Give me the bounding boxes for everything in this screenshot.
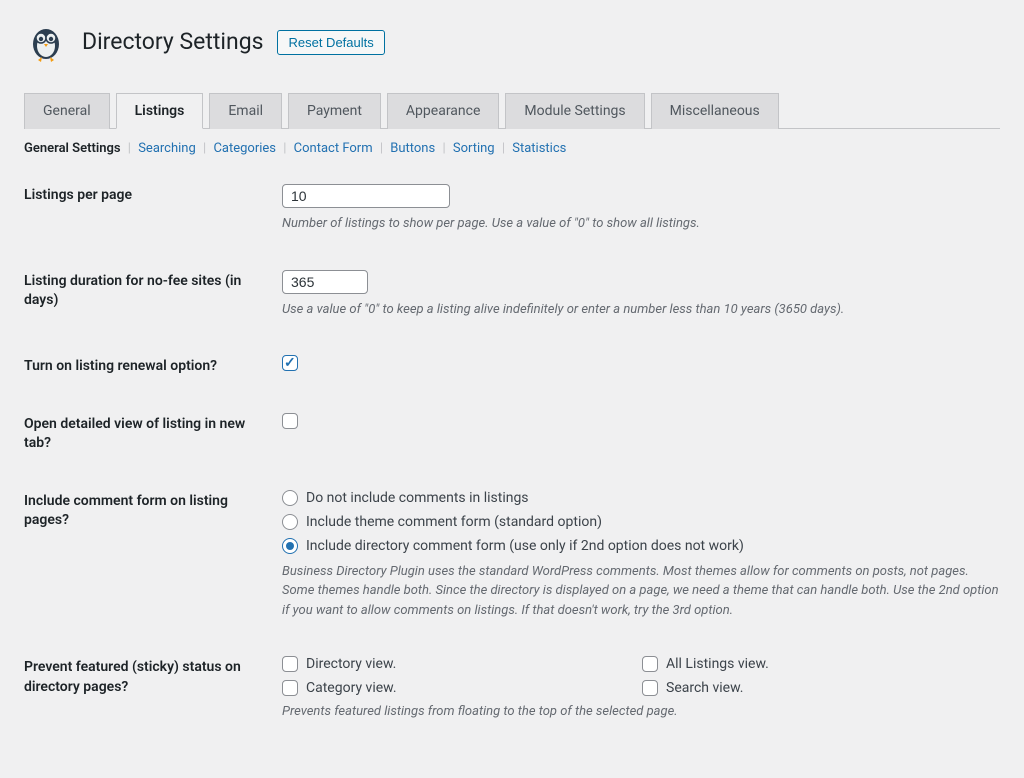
row-prevent-sticky: Prevent featured (sticky) status on dire… xyxy=(24,656,1000,722)
header: Directory Settings Reset Defaults xyxy=(24,20,1000,64)
help-prevent-sticky: Prevents featured listings from floating… xyxy=(282,702,1000,722)
renewal-option-checkbox[interactable] xyxy=(282,355,298,371)
prevent-sticky-category-checkbox[interactable] xyxy=(282,680,298,696)
prevent-sticky-category-label: Category view. xyxy=(306,680,397,696)
label-include-comments: Include comment form on listing pages? xyxy=(24,490,282,531)
label-renewal-option: Turn on listing renewal option? xyxy=(24,355,282,377)
row-listing-duration: Listing duration for no-fee sites (in da… xyxy=(24,270,1000,320)
prevent-sticky-search-checkbox[interactable] xyxy=(642,680,658,696)
subnav-contact-form[interactable]: Contact Form xyxy=(294,141,373,156)
tab-module-settings[interactable]: Module Settings xyxy=(505,93,644,129)
subnav: General Settings | Searching | Categorie… xyxy=(24,141,1000,156)
listing-duration-input[interactable] xyxy=(282,270,368,294)
help-listings-per-page: Number of listings to show per page. Use… xyxy=(282,214,1000,234)
plugin-logo-icon xyxy=(24,20,68,64)
row-listings-per-page: Listings per page Number of listings to … xyxy=(24,184,1000,234)
tab-payment[interactable]: Payment xyxy=(288,93,381,129)
page-title: Directory Settings xyxy=(82,27,263,57)
label-open-new-tab: Open detailed view of listing in new tab… xyxy=(24,413,282,454)
subnav-sorting[interactable]: Sorting xyxy=(453,141,495,156)
label-prevent-sticky: Prevent featured (sticky) status on dire… xyxy=(24,656,282,697)
tab-miscellaneous[interactable]: Miscellaneous xyxy=(651,93,779,129)
prevent-sticky-search-label: Search view. xyxy=(666,680,743,696)
prevent-sticky-directory-checkbox[interactable] xyxy=(282,656,298,672)
tab-appearance[interactable]: Appearance xyxy=(387,93,499,129)
tabs-nav: General Listings Email Payment Appearanc… xyxy=(24,92,1000,129)
label-listings-per-page: Listings per page xyxy=(24,184,282,206)
tab-listings[interactable]: Listings xyxy=(116,93,204,129)
tab-email[interactable]: Email xyxy=(209,93,282,129)
reset-defaults-button[interactable]: Reset Defaults xyxy=(277,30,384,55)
row-include-comments: Include comment form on listing pages? D… xyxy=(24,490,1000,621)
prevent-sticky-directory-label: Directory view. xyxy=(306,656,396,672)
subnav-statistics[interactable]: Statistics xyxy=(512,141,566,156)
comments-radio-none[interactable] xyxy=(282,490,298,506)
prevent-sticky-all-listings-label: All Listings view. xyxy=(666,656,769,672)
comments-radio-directory-label: Include directory comment form (use only… xyxy=(306,538,744,554)
comments-radio-theme-label: Include theme comment form (standard opt… xyxy=(306,514,602,530)
settings-form: Listings per page Number of listings to … xyxy=(24,184,1000,722)
open-new-tab-checkbox[interactable] xyxy=(282,413,298,429)
comments-radio-theme[interactable] xyxy=(282,514,298,530)
label-listing-duration: Listing duration for no-fee sites (in da… xyxy=(24,270,282,311)
comments-radio-none-label: Do not include comments in listings xyxy=(306,490,529,506)
help-listing-duration: Use a value of "0" to keep a listing ali… xyxy=(282,300,1000,320)
comments-radio-directory[interactable] xyxy=(282,538,298,554)
subnav-searching[interactable]: Searching xyxy=(138,141,196,156)
listings-per-page-input[interactable] xyxy=(282,184,450,208)
help-include-comments: Business Directory Plugin uses the stand… xyxy=(282,562,1000,621)
subnav-categories[interactable]: Categories xyxy=(213,141,276,156)
row-open-new-tab: Open detailed view of listing in new tab… xyxy=(24,413,1000,454)
subnav-general-settings[interactable]: General Settings xyxy=(24,141,121,156)
tab-general[interactable]: General xyxy=(24,93,110,129)
row-renewal-option: Turn on listing renewal option? xyxy=(24,355,1000,377)
subnav-buttons[interactable]: Buttons xyxy=(390,141,435,156)
prevent-sticky-all-listings-checkbox[interactable] xyxy=(642,656,658,672)
